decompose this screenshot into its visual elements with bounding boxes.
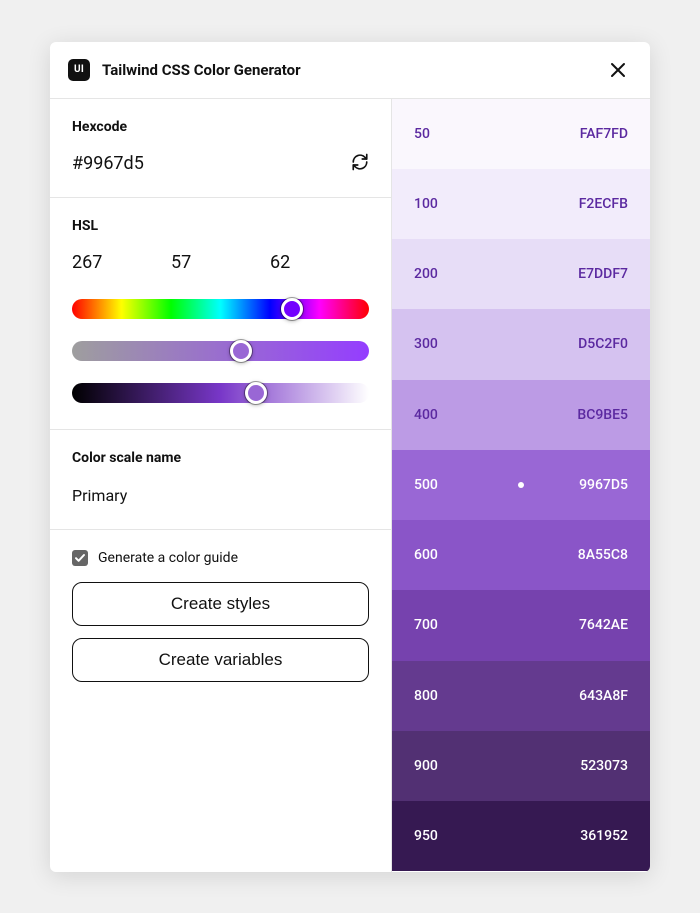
- hsl-values: 267 57 62: [72, 252, 369, 273]
- create-variables-button[interactable]: Create variables: [72, 638, 369, 682]
- scale-name-input[interactable]: Primary: [72, 484, 369, 507]
- lightness-slider[interactable]: [72, 383, 369, 403]
- swatch-500[interactable]: 500 9967D5: [392, 450, 650, 520]
- hue-slider-thumb[interactable]: [281, 298, 303, 320]
- swatch-200[interactable]: 200 E7DDF7: [392, 239, 650, 309]
- refresh-button[interactable]: [351, 153, 369, 175]
- x-icon: [610, 62, 626, 78]
- generate-guide-row: Generate a color guide: [72, 550, 369, 566]
- hexcode-input[interactable]: #9967d5: [72, 153, 144, 174]
- close-button[interactable]: [604, 56, 632, 84]
- swatch-step: 700: [414, 617, 438, 633]
- swatch-900[interactable]: 900 523073: [392, 731, 650, 801]
- brand-icon: UI: [68, 59, 90, 81]
- actions-section: Generate a color guide Create styles Cre…: [50, 530, 391, 704]
- swatch-800[interactable]: 800 643A8F: [392, 661, 650, 731]
- swatch-hex: FAF7FD: [580, 126, 628, 142]
- hsl-section: HSL 267 57 62: [50, 198, 391, 430]
- swatch-700[interactable]: 700 7642AE: [392, 590, 650, 660]
- saturation-slider-thumb[interactable]: [230, 340, 252, 362]
- hue-slider[interactable]: [72, 299, 369, 319]
- panel-title: Tailwind CSS Color Generator: [102, 61, 604, 79]
- panel-body: Hexcode #9967d5 HSL 26: [50, 99, 650, 872]
- swatch-step: 400: [414, 407, 438, 423]
- generate-guide-checkbox[interactable]: [72, 550, 88, 566]
- swatch-hex: 9967D5: [579, 477, 628, 493]
- hexcode-section: Hexcode #9967d5: [50, 99, 391, 198]
- generate-guide-label: Generate a color guide: [98, 550, 238, 566]
- check-icon: [74, 552, 86, 564]
- controls-column: Hexcode #9967d5 HSL 26: [50, 99, 392, 872]
- swatch-step: 950: [414, 828, 438, 844]
- scale-name-section: Color scale name Primary: [50, 430, 391, 530]
- swatch-step: 50: [414, 126, 430, 142]
- hsl-l-value[interactable]: 62: [270, 252, 369, 273]
- swatch-300[interactable]: 300 D5C2F0: [392, 309, 650, 379]
- swatch-step: 100: [414, 196, 438, 212]
- swatch-950[interactable]: 950 361952: [392, 801, 650, 871]
- hexcode-label: Hexcode: [72, 119, 369, 135]
- color-scale-column: 50 FAF7FD 100 F2ECFB 200 E7DDF7 300 D5C2F0 400 BC…: [392, 99, 650, 872]
- lightness-slider-thumb[interactable]: [245, 382, 267, 404]
- swatch-step: 300: [414, 336, 438, 352]
- swatch-hex: BC9BE5: [577, 407, 628, 423]
- swatch-50[interactable]: 50 FAF7FD: [392, 99, 650, 169]
- swatch-hex: 523073: [580, 758, 628, 774]
- swatch-hex: 643A8F: [579, 688, 628, 704]
- swatch-step: 900: [414, 758, 438, 774]
- swatch-100[interactable]: 100 F2ECFB: [392, 169, 650, 239]
- selected-indicator-icon: [518, 482, 524, 488]
- hsl-h-value[interactable]: 267: [72, 252, 171, 273]
- swatch-step: 200: [414, 266, 438, 282]
- swatch-hex: F2ECFB: [579, 196, 628, 212]
- swatch-hex: D5C2F0: [578, 336, 628, 352]
- refresh-icon: [351, 153, 369, 171]
- swatch-400[interactable]: 400 BC9BE5: [392, 380, 650, 450]
- swatch-step: 500: [414, 477, 438, 493]
- swatch-hex: 361952: [580, 828, 628, 844]
- saturation-slider[interactable]: [72, 341, 369, 361]
- create-styles-button[interactable]: Create styles: [72, 582, 369, 626]
- plugin-panel: UI Tailwind CSS Color Generator Hexcode …: [50, 42, 650, 872]
- swatch-hex: 7642AE: [579, 617, 628, 633]
- swatch-step: 800: [414, 688, 438, 704]
- swatch-600[interactable]: 600 8A55C8: [392, 520, 650, 590]
- hsl-label: HSL: [72, 218, 369, 234]
- scale-name-label: Color scale name: [72, 450, 369, 466]
- swatch-step: 600: [414, 547, 438, 563]
- swatch-hex: E7DDF7: [578, 266, 628, 282]
- hsl-s-value[interactable]: 57: [171, 252, 270, 273]
- header: UI Tailwind CSS Color Generator: [50, 42, 650, 99]
- swatch-hex: 8A55C8: [578, 547, 628, 563]
